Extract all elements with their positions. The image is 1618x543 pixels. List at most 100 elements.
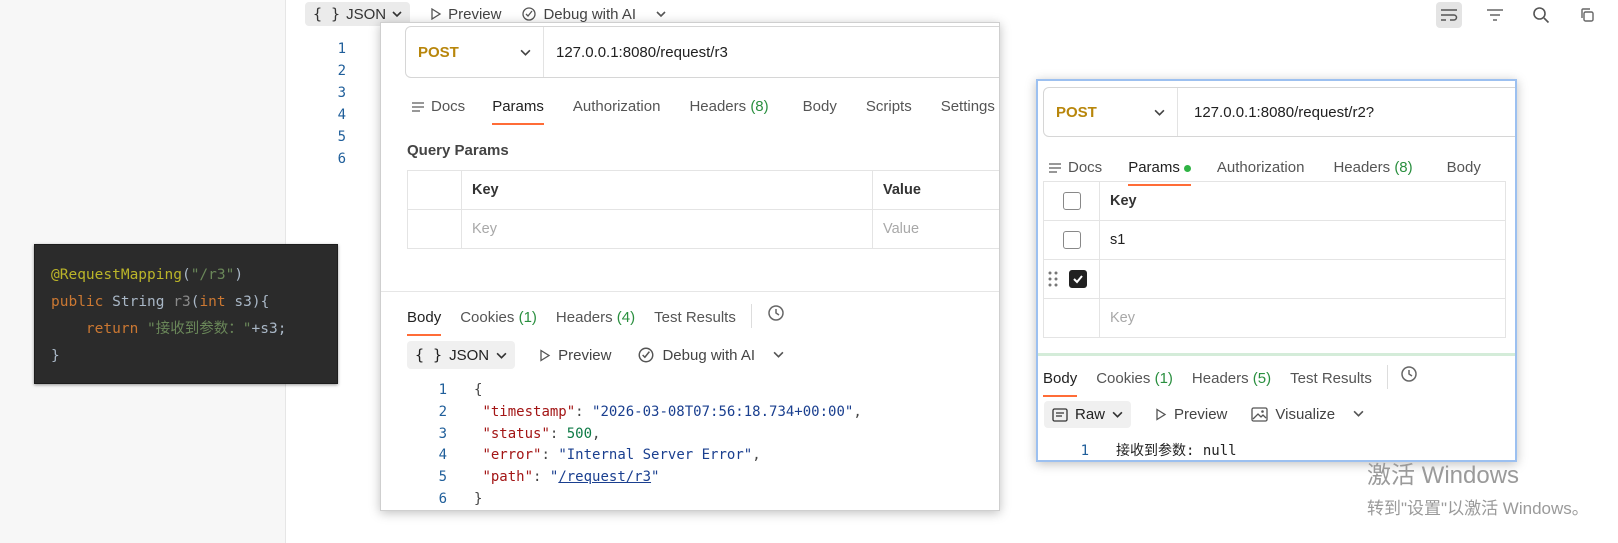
url-input[interactable]: 127.0.0.1:8080/request/r2? [1178, 104, 1374, 121]
format-dropdown[interactable]: { } JSON [407, 341, 516, 369]
select-all-checkbox[interactable] [1062, 192, 1081, 210]
divider [381, 291, 999, 292]
divider [750, 304, 752, 328]
chevron-down-icon [392, 11, 402, 18]
response-tab-body[interactable]: Body [407, 309, 442, 336]
background-debug-button[interactable]: Debug with AI [521, 6, 636, 23]
wrap-lines-icon[interactable] [1436, 2, 1462, 28]
background-code-lines: 1 2 3 4 5 6 [337, 41, 346, 167]
chevron-down-icon [1353, 410, 1364, 417]
history-icon[interactable] [767, 304, 785, 336]
response-tab-headers[interactable]: Headers (4) [556, 309, 635, 336]
docs-icon [1049, 162, 1061, 173]
url-bar: POST 127.0.0.1:8080/request/r2? [1043, 87, 1515, 137]
response-tabs: Body Cookies (1) Headers (5) Test Result… [1043, 365, 1418, 397]
chevron-down-icon [773, 351, 784, 358]
params-table: Key s1 Key [1043, 181, 1506, 338]
method-dropdown[interactable]: POST [1044, 88, 1178, 136]
query-params-table: Key Value Key Value [407, 170, 999, 249]
background-more-dropdown[interactable] [656, 9, 666, 19]
row-checkbox[interactable] [1062, 231, 1081, 249]
chevron-down-icon [656, 11, 666, 18]
chevron-down-icon [1112, 411, 1123, 418]
chevron-down-icon [496, 352, 507, 359]
braces-icon: { } [313, 5, 341, 23]
tab-docs[interactable]: Docs [411, 98, 465, 125]
play-icon [1156, 408, 1167, 421]
ai-debug-icon [638, 347, 654, 363]
tab-body[interactable]: Body [803, 98, 837, 125]
request-window-r2: POST 127.0.0.1:8080/request/r2? Docs Par… [1036, 79, 1517, 462]
tab-headers[interactable]: Headers (8) [689, 98, 768, 125]
filter-icon[interactable] [1482, 2, 1508, 28]
table-row [1043, 259, 1506, 299]
ai-debug-icon [522, 7, 537, 21]
background-preview-button[interactable]: Preview [430, 6, 501, 23]
row-checkbox-checked[interactable] [1068, 270, 1087, 288]
url-input[interactable]: 127.0.0.1:8080/request/r3 [544, 44, 728, 61]
code-line: 2 "timestamp": "2026-03-08T07:56:18.734+… [438, 403, 862, 420]
key-input[interactable]: s1 [1099, 220, 1506, 260]
response-tab-headers[interactable]: Headers (5) [1192, 370, 1271, 397]
raw-text-icon [1052, 407, 1068, 422]
code-line: 1{ [438, 382, 483, 398]
tab-authorization[interactable]: Authorization [573, 98, 661, 125]
play-icon [431, 8, 442, 20]
history-icon[interactable] [1400, 365, 1418, 397]
more-dropdown[interactable] [1353, 406, 1364, 423]
more-dropdown[interactable] [773, 347, 784, 364]
modified-dot-icon [1183, 164, 1191, 172]
preview-button[interactable]: Preview [1155, 406, 1227, 423]
tab-params[interactable]: Params [492, 98, 544, 125]
key-column-header: Key [461, 170, 873, 210]
search-icon[interactable] [1528, 2, 1554, 28]
response-tabs: Body Cookies (1) Headers (4) Test Result… [407, 304, 785, 336]
path-link[interactable]: /request/r3 [558, 469, 651, 485]
response-tab-test-results[interactable]: Test Results [654, 309, 736, 336]
code-line: 6} [438, 490, 483, 507]
method-dropdown[interactable]: POST [406, 27, 544, 77]
response-toolbar: { } JSON Preview Debug with AI [407, 341, 784, 369]
top-right-icons [1436, 2, 1600, 28]
response-toolbar: Raw Preview Visualize [1044, 401, 1364, 428]
key-input[interactable]: Key [461, 209, 873, 249]
format-dropdown[interactable]: Raw [1044, 401, 1132, 428]
code-line: 4 "error": "Internal Server Error", [438, 447, 761, 464]
code-snippet: @RequestMapping("/r3") public String r3(… [34, 244, 338, 384]
preview-button[interactable]: Preview [539, 347, 611, 364]
table-header-row: Key Value [407, 170, 999, 210]
chevron-down-icon [1154, 109, 1165, 116]
table-row: Key [1043, 298, 1506, 338]
request-window-r3: POST 127.0.0.1:8080/request/r3 Docs Para… [380, 22, 1000, 511]
divider [1386, 365, 1388, 389]
table-row: Key Value [407, 209, 999, 249]
debug-with-ai-button[interactable]: Debug with AI [637, 346, 755, 364]
tab-scripts[interactable]: Scripts [866, 98, 912, 125]
code-line: 5 "path": "/request/r3" [438, 469, 660, 486]
response-json: 1{ 2 "timestamp": "2026-03-08T07:56:18.7… [417, 380, 862, 510]
docs-icon [412, 101, 424, 112]
key-input[interactable] [1099, 259, 1506, 299]
copy-icon[interactable] [1574, 2, 1600, 28]
visualize-button[interactable]: Visualize [1251, 406, 1335, 423]
drag-handle-icon[interactable] [1048, 271, 1058, 291]
background-format-label: JSON [346, 5, 387, 23]
value-column-header: Value [872, 170, 999, 210]
play-icon [540, 348, 551, 362]
response-tab-cookies[interactable]: Cookies (1) [460, 309, 537, 336]
image-icon [1251, 407, 1269, 422]
braces-icon: { } [415, 346, 443, 364]
response-tab-test-results[interactable]: Test Results [1290, 370, 1372, 397]
chevron-down-icon [520, 49, 531, 56]
response-tab-cookies[interactable]: Cookies (1) [1096, 370, 1173, 397]
code-line: 3 "status": 500, [438, 425, 601, 442]
key-input[interactable]: Key [1099, 298, 1506, 338]
response-tab-body[interactable]: Body [1043, 370, 1078, 397]
activation-watermark: 激活 Windows 转到"设置"以激活 Windows。 [1367, 462, 1589, 518]
value-input[interactable]: Value [872, 209, 999, 249]
table-row: s1 [1043, 220, 1506, 260]
request-tabs: Docs Params Authorization Headers (8) Bo… [411, 98, 995, 125]
pane-resize-handle[interactable] [1038, 353, 1515, 356]
response-raw-text: 1 接收到参数: null [1080, 443, 1237, 459]
tab-settings[interactable]: Settings [941, 98, 995, 125]
